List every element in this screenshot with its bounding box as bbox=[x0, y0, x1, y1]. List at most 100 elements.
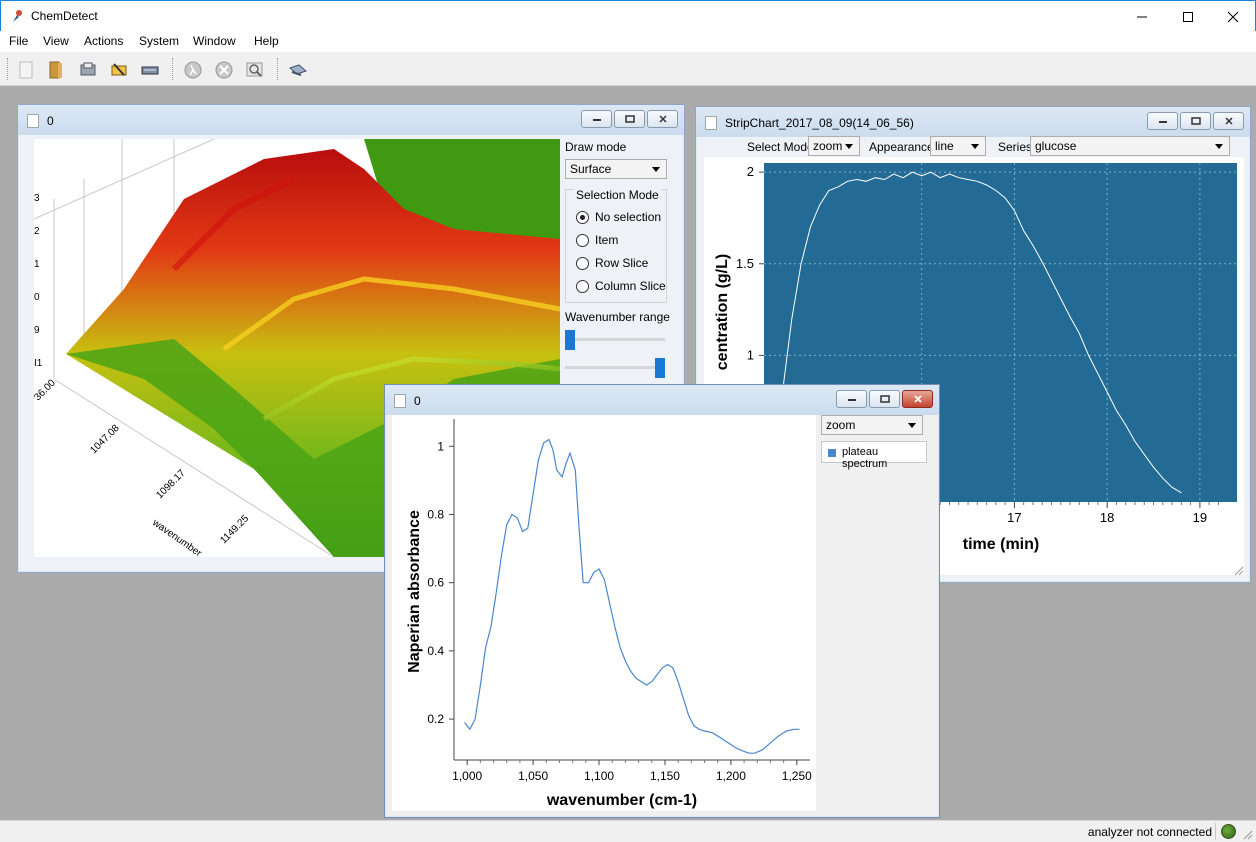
save-button[interactable] bbox=[75, 57, 101, 83]
surface-minimize-button[interactable] bbox=[581, 110, 612, 128]
series-label: Series bbox=[998, 140, 1033, 154]
radio-label: Item bbox=[595, 233, 619, 247]
x-tick-label: 18 bbox=[1100, 510, 1114, 525]
menu-view[interactable]: View bbox=[43, 34, 69, 48]
minimize-icon bbox=[1137, 16, 1147, 17]
search-button[interactable] bbox=[242, 57, 268, 83]
open-icon bbox=[49, 61, 62, 79]
spectrum-zoom-select[interactable]: zoom bbox=[821, 415, 923, 435]
y-tick-label: 1 bbox=[747, 347, 754, 362]
radio-item[interactable]: Item bbox=[576, 233, 618, 247]
slider-track bbox=[565, 338, 665, 341]
device-button[interactable] bbox=[137, 57, 163, 83]
save-icon bbox=[80, 62, 96, 76]
series-line-plateau-spectrum bbox=[464, 438, 800, 754]
y-tick-label: 0.2 bbox=[427, 712, 444, 726]
stripchart-restore-button[interactable] bbox=[1180, 112, 1211, 130]
spectrum-close-button[interactable] bbox=[902, 390, 933, 408]
x-tick: 1047.08 bbox=[88, 422, 122, 456]
y-tick-label: 0.4 bbox=[427, 644, 444, 658]
radio-label: Row Slice bbox=[595, 256, 649, 270]
series-select[interactable]: glucose bbox=[1030, 136, 1230, 156]
select-mode-select[interactable]: zoom bbox=[808, 136, 860, 156]
stop-icon bbox=[215, 61, 233, 79]
x-axis-label: wavenumber bbox=[149, 517, 204, 557]
toolbar-separator bbox=[172, 58, 173, 80]
toolbar bbox=[0, 52, 1256, 86]
draw-mode-select[interactable]: Surface bbox=[565, 159, 667, 179]
new-button[interactable] bbox=[13, 57, 39, 83]
x-tick: 36.00 bbox=[34, 377, 58, 403]
select-mode-label: Select Mode bbox=[747, 140, 814, 154]
resize-grip-icon[interactable] bbox=[1234, 566, 1244, 576]
menu-window[interactable]: Window bbox=[193, 34, 236, 48]
radio-column-slice[interactable]: Column Slice bbox=[576, 279, 666, 293]
stripchart-window-titlebar[interactable]: StripChart_2017_08_09(14_06_56) bbox=[696, 107, 1250, 137]
spectrum-minimize-button[interactable] bbox=[836, 390, 867, 408]
connect-icon bbox=[289, 64, 307, 76]
z-tick: 0 bbox=[34, 292, 40, 303]
radio-label: Column Slice bbox=[595, 279, 666, 293]
radio-row-slice[interactable]: Row Slice bbox=[576, 256, 648, 270]
menu-system[interactable]: System bbox=[139, 34, 179, 48]
search-icon bbox=[246, 62, 263, 77]
appearance-select[interactable]: line bbox=[930, 136, 986, 156]
minimize-button[interactable] bbox=[1119, 1, 1165, 32]
run-button[interactable] bbox=[180, 57, 206, 83]
settings-button[interactable] bbox=[106, 57, 132, 83]
surface-window-titlebar[interactable]: 0 bbox=[18, 105, 684, 135]
radio-checked-icon bbox=[576, 210, 589, 224]
slider-handle[interactable] bbox=[655, 358, 665, 378]
stripchart-close-button[interactable] bbox=[1213, 112, 1244, 130]
spectrum-plot[interactable]: 1,000 1,050 1,100 1,150 1,200 1,250 0.2 0.4 0.6 0… bbox=[392, 415, 816, 811]
y-tick-label: 0.8 bbox=[427, 507, 444, 521]
close-icon bbox=[913, 395, 922, 403]
maximize-button[interactable] bbox=[1165, 1, 1211, 32]
z-tick: 2 bbox=[34, 226, 40, 237]
chevron-down-icon bbox=[845, 144, 853, 149]
spectrum-legend[interactable]: plateau spectrum bbox=[821, 441, 927, 470]
appearance-label: Appearance bbox=[869, 140, 934, 154]
menu-actions[interactable]: Actions bbox=[84, 34, 123, 48]
surface-restore-button[interactable] bbox=[614, 110, 645, 128]
spectrum-window: 0 1,000 1,050 1,100 1,150 1,200 1,250 0.2 0.4 0.… bbox=[384, 384, 940, 818]
status-divider bbox=[1215, 823, 1216, 840]
device-icon bbox=[141, 66, 159, 75]
slider-handle[interactable] bbox=[565, 330, 575, 350]
stop-button[interactable] bbox=[211, 57, 237, 83]
surface-close-button[interactable] bbox=[647, 110, 678, 128]
radio-no-selection[interactable]: No selection bbox=[576, 210, 661, 224]
spectrum-window-titlebar[interactable]: 0 bbox=[385, 385, 939, 415]
open-button[interactable] bbox=[43, 57, 69, 83]
wavenumber-range-label: Wavenumber range bbox=[565, 310, 670, 324]
z-tick: 1 bbox=[34, 259, 40, 270]
spectrum-window-title: 0 bbox=[414, 394, 421, 408]
restore-icon bbox=[624, 115, 635, 123]
z-tick: 9 bbox=[34, 325, 40, 336]
draw-mode-value: Surface bbox=[570, 162, 612, 176]
status-bar: analyzer not connected bbox=[0, 820, 1256, 842]
status-text: analyzer not connected bbox=[1087, 825, 1212, 839]
x-tick-label: 1,050 bbox=[518, 769, 548, 783]
x-tick: 1149.25 bbox=[218, 513, 251, 546]
x-axis-title: time (min) bbox=[963, 536, 1039, 553]
z-tick: I1 bbox=[34, 358, 43, 369]
connect-button[interactable] bbox=[285, 57, 311, 83]
x-tick-label: 17 bbox=[1007, 510, 1021, 525]
close-button[interactable] bbox=[1210, 1, 1256, 32]
stripchart-minimize-button[interactable] bbox=[1147, 112, 1178, 130]
close-icon bbox=[658, 115, 667, 123]
resize-grip-icon[interactable] bbox=[1243, 830, 1253, 840]
range-max-slider[interactable] bbox=[565, 356, 665, 380]
spectrum-restore-button[interactable] bbox=[869, 390, 900, 408]
menu-file[interactable]: File bbox=[9, 34, 28, 48]
restore-icon bbox=[1190, 117, 1201, 125]
close-icon bbox=[1224, 117, 1233, 125]
toolbar-separator bbox=[7, 58, 8, 80]
menu-help[interactable]: Help bbox=[254, 34, 279, 48]
x-tick: 1098.17 bbox=[154, 467, 188, 501]
x-tick-label: 1,200 bbox=[716, 769, 746, 783]
range-min-slider[interactable] bbox=[565, 328, 665, 352]
new-icon bbox=[19, 61, 33, 79]
chevron-down-icon bbox=[1215, 144, 1223, 149]
